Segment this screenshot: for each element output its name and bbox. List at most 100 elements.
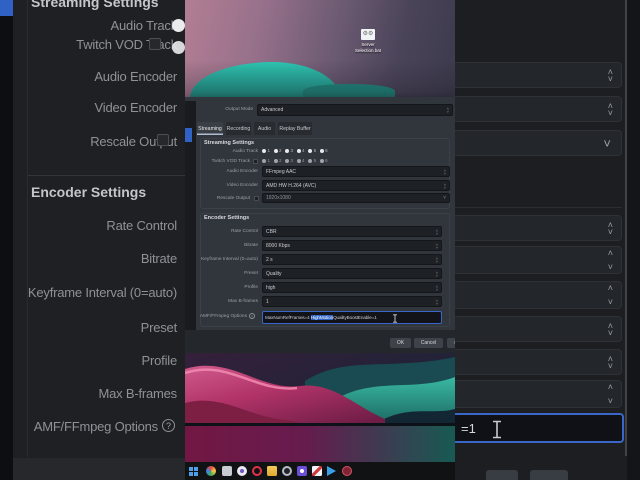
radio-track-6[interactable] (319, 148, 324, 153)
video-encoder-value: AMD HW H.264 (AVC) (266, 182, 317, 189)
spinner-icon: ˄ ˅ (443, 167, 446, 176)
bitrate-value: 8000 Kbps (266, 242, 290, 249)
video-frame: Streaming Settings Audio Track Twitch VO… (0, 0, 640, 480)
background-right-panel: ˄ ˅ ˄ ˅ ˅ ˄ ˅ ˄ ˅ ˄ ˅ ˄ ˅ ˄ ˅ ˄ ˅ =1 (455, 0, 640, 480)
bg-section-divider (28, 175, 185, 176)
rescale-output-select[interactable]: 1920x1080 ˅ (262, 193, 450, 203)
background-left-panel: Streaming Settings Audio Track Twitch VO… (0, 0, 185, 480)
rate-control-value: CBR (266, 228, 277, 235)
bg-preset-field: ˄ ˅ (455, 316, 622, 342)
batch-file-icon[interactable]: ⚙⚙ (361, 29, 375, 40)
settings-sidebar-selected-item[interactable] (185, 128, 192, 142)
bg-rate-control-field: ˄ ˅ (455, 215, 622, 241)
start-button[interactable] (189, 466, 199, 476)
bg-radio-dot (172, 41, 185, 54)
radio-vod-3[interactable] (285, 158, 290, 163)
amf-ffmpeg-options-input[interactable]: MaxNumRefFrames=4 HighMotionQualityBoost… (262, 311, 442, 324)
bg-ok-button-partial (486, 470, 518, 480)
ok-button[interactable]: OK (390, 338, 411, 348)
keyframe-interval-label: Keyframe Interval (0=auto) (201, 257, 258, 262)
audio-encoder-select[interactable]: FFmpeg AAC ˄ ˅ (262, 166, 450, 177)
spinner-icon: ˄ ˅ (435, 283, 438, 292)
help-icon[interactable]: ? (249, 313, 255, 319)
audio-track-label: Audio Track (232, 149, 258, 154)
radio-track-2[interactable] (273, 148, 278, 153)
taskbar-icon-purple-app[interactable] (297, 466, 307, 476)
spinner-icon: ˄ ˅ (435, 297, 438, 306)
output-mode-select[interactable]: Advanced ˄ ˅ (257, 104, 453, 116)
desktop-wallpaper-top (185, 0, 455, 98)
spinner-icon: ˄ ˅ (443, 181, 446, 190)
radio-vod-4[interactable] (296, 158, 301, 163)
preset-select[interactable]: Quality ˄ ˅ (262, 268, 442, 279)
rate-control-select[interactable]: CBR ˄ ˅ (262, 226, 442, 237)
cancel-button[interactable]: Cancel (414, 338, 443, 348)
spinner-icon: ˄ ˅ (607, 354, 613, 371)
spinner-icon: ˄ ˅ (607, 382, 613, 406)
bg-maxb-label: Max B-frames (98, 386, 177, 401)
spinner-icon: ˄ ˅ (435, 241, 438, 250)
radio-track-4[interactable] (296, 148, 301, 153)
taskbar-icon-file-explorer[interactable] (267, 466, 277, 476)
obs-settings-dialog: Output Mode Advanced ˄ ˅ Streaming Record… (185, 97, 455, 353)
dialog-button-bar: OK Cancel Apply (185, 330, 455, 353)
tab-replay-buffer[interactable]: Replay Buffer (278, 122, 312, 135)
chevron-down-icon: ˅ (603, 136, 611, 151)
video-encoder-select[interactable]: AMD HW H.264 (AVC) ˄ ˅ (262, 180, 450, 191)
spinner-icon: ˄ ˅ (435, 227, 438, 236)
spinner-icon: ˄ ˅ (607, 101, 613, 118)
profile-select[interactable]: high ˄ ˅ (262, 282, 442, 293)
spinner-icon: ˄ ˅ (435, 255, 438, 264)
bg-encoder-settings-header: Encoder Settings (31, 184, 147, 200)
spinner-icon: ˄ ˅ (607, 220, 613, 237)
spinner-icon: ˄ ˅ (446, 106, 449, 114)
spinner-icon: ˄ ˅ (607, 67, 613, 84)
bg-keyframe-field: ˄ ˅ (455, 281, 622, 309)
keyframe-interval-value: 2 s (266, 256, 273, 263)
twitch-vod-checkbox[interactable] (253, 158, 258, 164)
tab-streaming[interactable]: Streaming (197, 122, 223, 135)
radio-vod-6[interactable] (319, 158, 324, 163)
radio-vod-2[interactable] (273, 158, 278, 163)
desktop-icon-label: Server Selection.bat (354, 42, 382, 53)
encoder-settings-header: Encoder Settings (204, 215, 250, 221)
radio-vod-1[interactable] (262, 158, 266, 163)
spinner-icon: ˄ ˅ (607, 283, 613, 307)
bg-sidebar-selected-sliver (0, 0, 13, 16)
taskbar-icon-play-app[interactable] (327, 466, 336, 476)
ibeam-cursor-icon (493, 420, 501, 439)
taskbar-icon-dark-app[interactable] (282, 466, 292, 476)
bg-streaming-settings-header: Streaming Settings (31, 0, 159, 10)
max-b-frames-input[interactable]: 1 ˄ ˅ (262, 296, 442, 307)
taskbar-icon-red-browser[interactable] (342, 466, 352, 476)
wallpaper-shade (185, 60, 455, 98)
bg-outer-dark (627, 0, 640, 480)
radio-vod-5[interactable] (308, 158, 313, 163)
bg-audio-track-label: Audio Track (110, 18, 178, 33)
twitch-vod-radios[interactable]: 1 2 3 4 5 6 (262, 158, 331, 163)
tab-audio[interactable]: Audio (254, 122, 275, 135)
rescale-output-value: 1920x1080 (266, 195, 291, 201)
desktop-wallpaper-bottom (185, 353, 455, 462)
apply-button[interactable]: Apply (447, 338, 455, 348)
taskbar-icon-opera[interactable] (252, 466, 262, 476)
profile-value: high (266, 284, 276, 291)
bitrate-input[interactable]: 8000 Kbps ˄ ˅ (262, 240, 442, 251)
ibeam-cursor-icon (393, 314, 397, 323)
video-strip: ⚙⚙ Server Selection.bat Output Mode Adva… (185, 0, 455, 480)
radio-track-5[interactable] (308, 148, 313, 153)
bg-video-encoder-label: Video Encoder (94, 100, 178, 115)
taskbar-icon-colorful-app[interactable] (206, 466, 216, 476)
radio-track-3[interactable] (285, 148, 290, 153)
radio-track-1[interactable] (262, 148, 266, 153)
taskbar-icon-light-app[interactable] (222, 466, 232, 476)
keyframe-interval-input[interactable]: 2 s ˄ ˅ (262, 254, 442, 265)
audio-track-radios[interactable]: 1 2 3 4 5 6 (262, 148, 331, 153)
rescale-output-checkbox[interactable] (254, 195, 259, 201)
text-selection: HighMotion (310, 315, 334, 320)
taskbar-icon-round-app[interactable] (237, 466, 247, 476)
taskbar-icon-red-white-app[interactable] (312, 466, 322, 476)
tab-recording[interactable]: Recording (226, 122, 251, 135)
bg-rescale-field: ˅ (455, 130, 622, 156)
max-b-frames-value: 1 (266, 298, 269, 305)
